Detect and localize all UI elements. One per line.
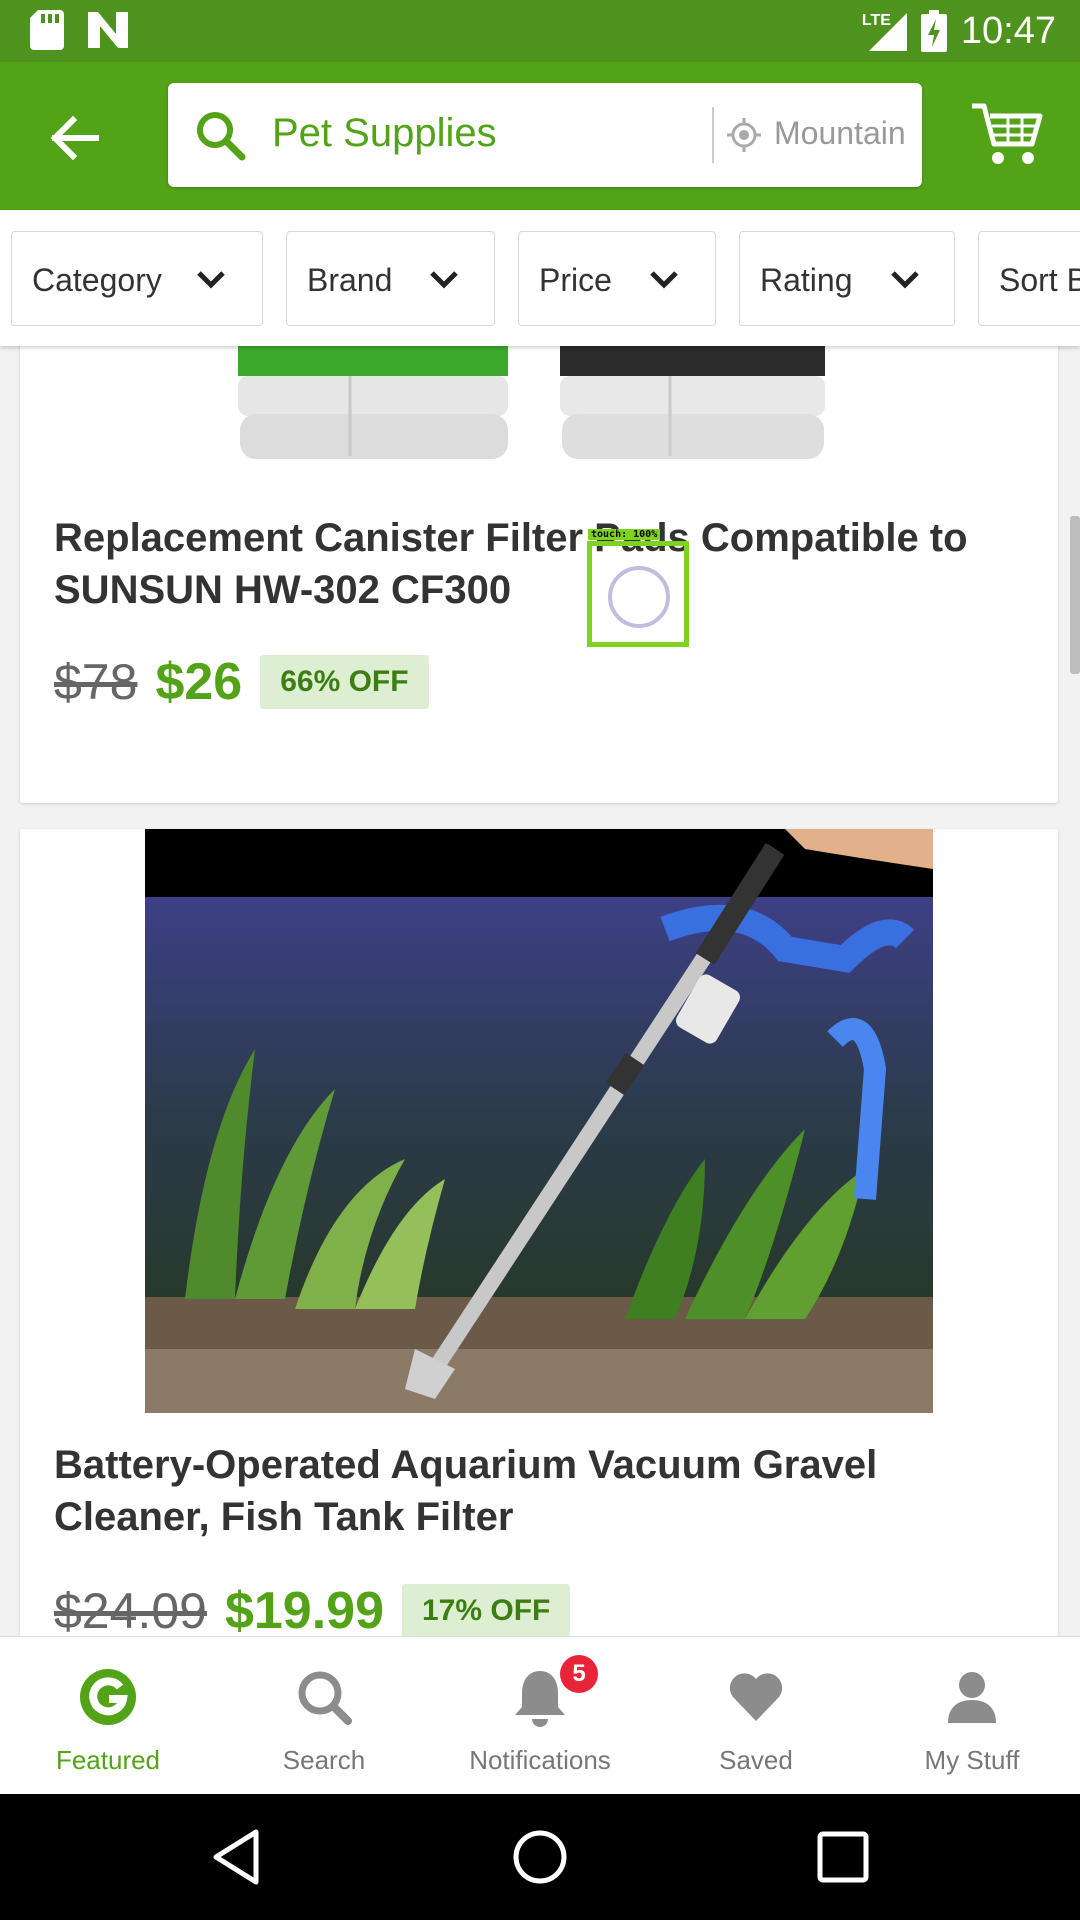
location-field[interactable]: Mountain xyxy=(774,115,914,152)
home-circle-icon[interactable] xyxy=(507,1824,573,1890)
clock: 10:47 xyxy=(960,9,1056,52)
nav-saved[interactable]: Saved xyxy=(648,1637,864,1795)
filter-bar: Category Brand Price Rating Sort B xyxy=(0,210,1080,346)
nav-featured[interactable]: Featured xyxy=(0,1637,216,1795)
chevron-down-icon xyxy=(891,271,919,289)
discount-badge: 66% OFF xyxy=(260,655,429,709)
sale-price: $19.99 xyxy=(224,1582,384,1636)
nav-label: Saved xyxy=(719,1745,793,1775)
filter-label: Brand xyxy=(307,262,393,298)
touch-circle xyxy=(608,566,670,628)
original-price: $78 xyxy=(54,654,138,710)
product-list: Replacement Canister Filter Pads Compati… xyxy=(0,346,1080,1636)
original-price: $24.09 xyxy=(54,1583,207,1636)
product-title[interactable]: Replacement Canister Filter Pads Compati… xyxy=(54,512,1034,616)
nav-label: Featured xyxy=(55,1745,161,1775)
location-target-icon[interactable] xyxy=(726,117,762,153)
price-row: $78 $26 66% OFF xyxy=(54,652,429,712)
touch-indicator-label: touch: 100% xyxy=(588,529,661,540)
back-triangle-icon[interactable] xyxy=(204,1824,270,1890)
system-navigation-bar xyxy=(0,1794,1080,1920)
filter-brand[interactable]: Brand xyxy=(286,231,495,326)
search-query[interactable]: Pet Supplies xyxy=(272,111,497,156)
product-image xyxy=(145,829,933,1413)
filter-label: Category xyxy=(32,262,162,298)
heart-icon xyxy=(729,1673,783,1721)
product-title[interactable]: Battery-Operated Aquarium Vacuum Gravel … xyxy=(54,1439,1034,1543)
nav-label: My Stuff xyxy=(924,1745,1020,1775)
filter-category[interactable]: Category xyxy=(11,231,263,326)
bottom-navigation: Featured Search 5 Notifications Saved My… xyxy=(0,1636,1080,1794)
sd-card-icon xyxy=(30,10,64,50)
sale-price: $26 xyxy=(155,653,243,711)
search-icon xyxy=(197,112,246,161)
product-card[interactable]: Battery-Operated Aquarium Vacuum Gravel … xyxy=(20,829,1058,1636)
price-row: $24.09 $19.99 17% OFF xyxy=(54,1581,571,1636)
notification-badge: 5 xyxy=(560,1655,598,1693)
nav-search[interactable]: Search xyxy=(216,1637,432,1795)
search-bar[interactable]: Pet Supplies Mountain xyxy=(168,83,922,187)
product-image xyxy=(20,346,1058,476)
n-icon xyxy=(88,12,128,48)
recents-square-icon[interactable] xyxy=(810,1824,876,1890)
battery-charging-icon xyxy=(920,10,947,52)
filter-label: Price xyxy=(539,262,612,298)
filter-price[interactable]: Price xyxy=(518,231,716,326)
nav-label: Notifications xyxy=(469,1745,611,1775)
nav-label: Search xyxy=(282,1745,366,1775)
status-bar: LTE 10:47 xyxy=(0,0,1080,62)
arrow-left-icon xyxy=(50,116,99,160)
chevron-down-icon xyxy=(650,271,678,289)
cart-icon[interactable] xyxy=(970,100,1044,170)
filter-sort[interactable]: Sort B xyxy=(978,231,1080,326)
app-bar: Pet Supplies Mountain xyxy=(0,62,1080,210)
back-button[interactable] xyxy=(36,100,112,176)
nav-my-stuff[interactable]: My Stuff xyxy=(864,1637,1080,1795)
filter-label: Rating xyxy=(760,262,853,298)
nav-notifications[interactable]: 5 Notifications xyxy=(432,1637,648,1795)
touch-indicator: touch: 100% xyxy=(587,529,689,647)
search-divider xyxy=(712,107,714,163)
signal-icon xyxy=(868,13,907,51)
person-icon xyxy=(948,1672,996,1723)
chevron-down-icon xyxy=(430,271,458,289)
filter-label: Sort B xyxy=(999,262,1080,298)
discount-badge: 17% OFF xyxy=(401,1584,571,1636)
product-card[interactable]: Replacement Canister Filter Pads Compati… xyxy=(20,346,1058,803)
chevron-down-icon xyxy=(197,271,225,289)
g-logo-icon xyxy=(80,1669,136,1725)
search-icon xyxy=(298,1671,352,1725)
scrollbar-thumb[interactable] xyxy=(1070,516,1080,674)
filter-rating[interactable]: Rating xyxy=(739,231,955,326)
